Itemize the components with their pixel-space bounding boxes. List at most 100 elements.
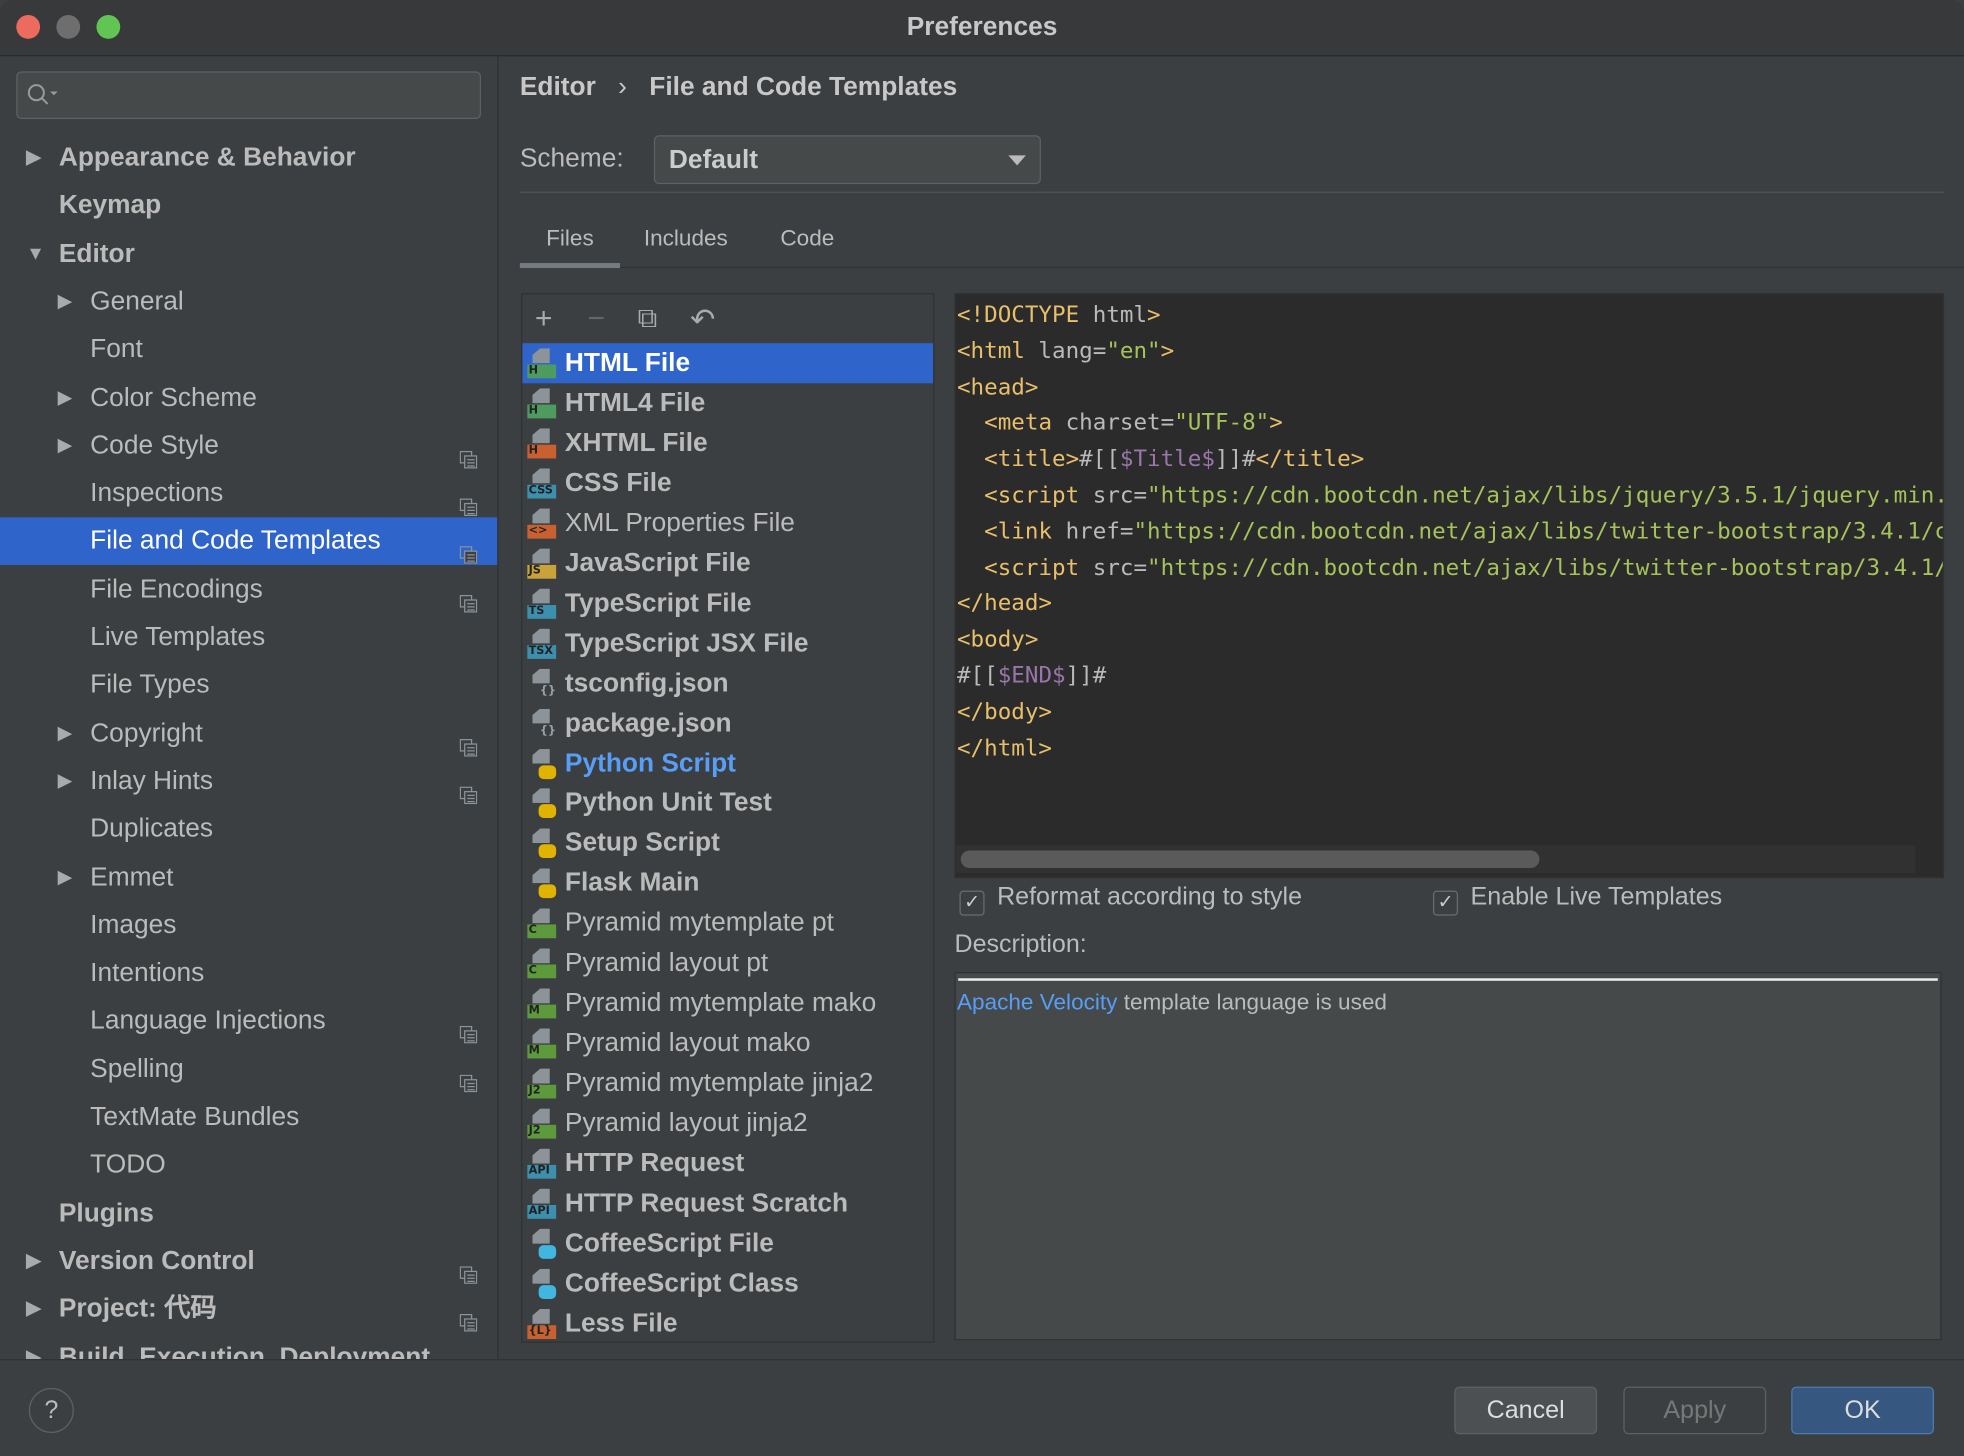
api-file-icon: API bbox=[527, 1148, 557, 1179]
copy-template-button[interactable]: ⧉ bbox=[638, 302, 658, 335]
template-list-item[interactable]: {L} Less File bbox=[522, 1304, 933, 1342]
sidebar-item[interactable]: ▶ Project: 代码 bbox=[0, 1285, 497, 1333]
template-list-item[interactable]: JS JavaScript File bbox=[522, 543, 933, 583]
cancel-button[interactable]: Cancel bbox=[1454, 1386, 1598, 1435]
template-list-item[interactable]: H HTML File bbox=[522, 343, 934, 384]
description-panel: Apache Velocity template language is use… bbox=[954, 972, 1942, 1341]
template-name: XML Properties File bbox=[564, 508, 795, 538]
sidebar-item-label: Build, Execution, Deployment bbox=[58, 1342, 431, 1360]
template-list-item[interactable]: <> XML Properties File bbox=[522, 503, 933, 543]
apache-velocity-link[interactable]: Apache Velocity bbox=[957, 990, 1117, 1015]
code-token: "UTF-8" bbox=[1174, 410, 1270, 437]
sidebar-item-label: Intentions bbox=[90, 958, 205, 988]
chameleon-file-icon: C bbox=[527, 948, 557, 979]
chevron-right-icon: ▶ bbox=[57, 290, 73, 312]
template-list-item[interactable]: TSX TypeScript JSX File bbox=[522, 623, 933, 663]
template-list-item[interactable]: M Pyramid layout mako bbox=[522, 1024, 933, 1064]
template-list-item[interactable]: J2 Pyramid layout jinja2 bbox=[522, 1104, 933, 1144]
project-settings-icon bbox=[459, 773, 478, 805]
template-list-item[interactable]: {} tsconfig.json bbox=[522, 663, 933, 703]
template-list-item[interactable]: PyPython Script bbox=[522, 743, 933, 783]
sidebar-item[interactable]: ▶ Color Scheme bbox=[0, 374, 497, 422]
sidebar-item[interactable]: Language Injections bbox=[0, 998, 497, 1046]
template-list-item[interactable]: {} package.json bbox=[522, 703, 933, 743]
template-list-item[interactable]: J2 Pyramid mytemplate jinja2 bbox=[522, 1064, 933, 1104]
tab-includes[interactable]: Includes bbox=[644, 225, 728, 251]
settings-sidebar: ▶ Appearance & Behavior Keymap ▼ Editor ▶ Gene… bbox=[0, 56, 499, 1360]
remove-template-button[interactable]: − bbox=[587, 302, 605, 337]
sidebar-item[interactable]: File Types bbox=[0, 662, 497, 710]
sidebar-item[interactable]: Spelling bbox=[0, 1046, 497, 1094]
template-name: HTTP Request bbox=[564, 1148, 745, 1178]
template-list-item[interactable]: PyFlask Main bbox=[522, 863, 933, 903]
json-file-icon: {} bbox=[527, 708, 556, 738]
tab-files[interactable]: Files bbox=[546, 225, 594, 251]
sidebar-item[interactable]: Keymap bbox=[0, 182, 497, 230]
template-list-item[interactable]: H HTML4 File bbox=[522, 383, 933, 423]
sidebar-item[interactable]: TextMate Bundles bbox=[0, 1094, 497, 1142]
chevron-right-icon: ▶ bbox=[26, 1297, 41, 1320]
template-list-item[interactable]: C Pyramid layout pt bbox=[522, 944, 933, 984]
sidebar-item[interactable]: Intentions bbox=[0, 950, 497, 998]
reset-template-button[interactable]: ↶ bbox=[690, 302, 715, 338]
template-name: Pyramid mytemplate jinja2 bbox=[564, 1068, 874, 1098]
sidebar-item[interactable]: TODO bbox=[0, 1141, 497, 1189]
tab-divider bbox=[519, 266, 1964, 269]
tab-code[interactable]: Code bbox=[780, 225, 834, 251]
chevron-down-icon: ▼ bbox=[26, 242, 45, 264]
template-name: Pyramid layout jinja2 bbox=[564, 1108, 808, 1138]
sidebar-item[interactable]: ▶ Build, Execution, Deployment bbox=[0, 1333, 497, 1359]
sidebar-item[interactable]: Live Templates bbox=[0, 614, 497, 662]
template-list-item[interactable]: H XHTML File bbox=[522, 423, 933, 463]
sidebar-item[interactable]: Font bbox=[0, 326, 497, 374]
template-name: XHTML File bbox=[564, 428, 708, 458]
template-list-item[interactable]: API HTTP Request bbox=[522, 1144, 933, 1184]
sidebar-item-label: Appearance & Behavior bbox=[58, 142, 356, 172]
sidebar-item[interactable]: Duplicates bbox=[0, 806, 497, 854]
sidebar-item[interactable]: Plugins bbox=[0, 1189, 497, 1237]
template-name: Python Script bbox=[564, 748, 736, 778]
code-line: <head> bbox=[956, 370, 1943, 406]
sidebar-item[interactable]: ▶ Code Style bbox=[0, 422, 497, 470]
template-list-item[interactable]: API HTTP Request Scratch bbox=[522, 1184, 933, 1224]
template-list-item[interactable]: PySetup Script bbox=[522, 823, 933, 863]
sidebar-item[interactable]: ▶ Appearance & Behavior bbox=[0, 134, 497, 182]
sidebar-item[interactable]: ▶ General bbox=[0, 278, 497, 326]
template-list-item[interactable]: C Pyramid mytemplate pt bbox=[522, 903, 933, 943]
sidebar-item-label: Inlay Hints bbox=[90, 766, 214, 796]
sidebar-item[interactable]: File and Code Templates bbox=[0, 517, 498, 566]
project-settings-icon bbox=[459, 1300, 478, 1332]
sidebar-item[interactable]: ▶ Emmet bbox=[0, 854, 497, 902]
sidebar-item[interactable]: ▶ Copyright bbox=[0, 710, 497, 758]
settings-search-input[interactable] bbox=[16, 71, 481, 119]
sidebar-item[interactable]: ▼ Editor bbox=[0, 230, 497, 278]
help-button[interactable]: ? bbox=[28, 1387, 74, 1433]
template-list-item[interactable]: M Pyramid mytemplate mako bbox=[522, 984, 933, 1024]
template-list-item[interactable]: CSS CSS File bbox=[522, 463, 933, 503]
reformat-checkbox[interactable]: ✓ Reformat according to style bbox=[959, 883, 1302, 916]
sidebar-item[interactable]: Images bbox=[0, 902, 497, 950]
sidebar-item[interactable]: Inspections bbox=[0, 470, 497, 518]
template-list-item[interactable]: ☕CoffeeScript File bbox=[522, 1224, 933, 1264]
breadcrumb-parent[interactable]: Editor bbox=[520, 73, 596, 102]
code-line: <script src="https://cdn.bootcdn.net/aja… bbox=[956, 551, 1943, 587]
sidebar-item[interactable]: File Encodings bbox=[0, 566, 497, 614]
add-template-button[interactable]: + bbox=[535, 302, 553, 337]
description-label: Description: bbox=[954, 930, 1087, 959]
template-list-item[interactable]: PyPython Unit Test bbox=[522, 783, 933, 823]
jinja2-file-icon: J2 bbox=[527, 1068, 557, 1099]
template-code-editor[interactable]: <!DOCTYPE html> <html lang="en"> <head> <m… bbox=[954, 293, 1945, 879]
template-list-item[interactable]: ☕CoffeeScript Class bbox=[522, 1264, 933, 1304]
template-list-item[interactable]: TS TypeScript File bbox=[522, 583, 933, 623]
horizontal-scrollbar[interactable] bbox=[960, 850, 1540, 869]
code-line: </head> bbox=[956, 587, 1943, 623]
template-name: HTTP Request Scratch bbox=[564, 1188, 849, 1218]
ok-button[interactable]: OK bbox=[1791, 1386, 1935, 1435]
sidebar-item[interactable]: ▶ Inlay Hints bbox=[0, 758, 497, 806]
apply-button[interactable]: Apply bbox=[1623, 1386, 1767, 1435]
chevron-right-icon: ▶ bbox=[57, 386, 73, 408]
scheme-dropdown[interactable]: Default bbox=[653, 135, 1041, 185]
enable-live-templates-checkbox[interactable]: ✓ Enable Live Templates bbox=[1432, 883, 1722, 916]
sidebar-item[interactable]: ▶ Version Control bbox=[0, 1237, 497, 1285]
